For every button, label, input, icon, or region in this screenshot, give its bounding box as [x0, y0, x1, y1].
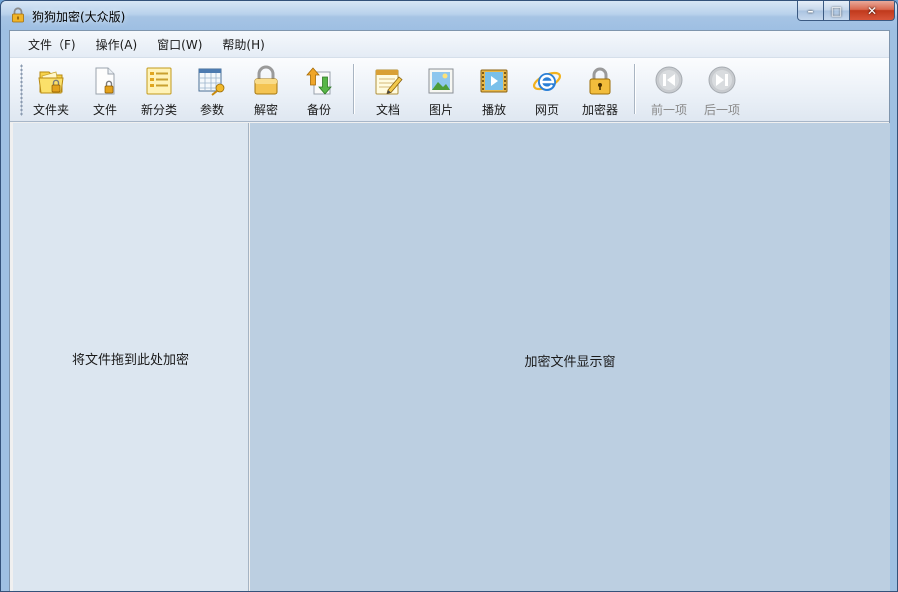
encrypted-files-pane[interactable]: 加密文件显示窗 [250, 123, 890, 591]
minimize-button[interactable]: – [797, 1, 824, 21]
play-button[interactable]: 播放 [468, 58, 520, 118]
title-bar[interactable]: 狗狗加密(大众版) – □ ✕ [1, 1, 897, 30]
folder-label: 文件夹 [32, 103, 69, 117]
menu-bar: 文件（F) 操作(A) 窗口(W) 帮助(H) [10, 31, 889, 58]
new-category-label: 新分类 [140, 103, 177, 117]
play-label: 播放 [481, 103, 506, 117]
client-area: 文件（F) 操作(A) 窗口(W) 帮助(H) 文件夹 文件 新分类 参数 解密… [9, 30, 890, 591]
prev-button[interactable]: 前一项 [643, 58, 695, 118]
document-label: 文档 [375, 103, 400, 117]
next-label: 后一项 [703, 103, 740, 117]
next-button[interactable]: 后一项 [695, 58, 749, 118]
toolbar-separator [353, 64, 354, 114]
toolbar: 文件夹 文件 新分类 参数 解密 备份 文档 图片 播放 网页 加密器 前一项 … [10, 58, 889, 122]
encryptor-button[interactable]: 加密器 [574, 58, 626, 118]
minimize-icon: – [807, 3, 814, 18]
app-window: 狗狗加密(大众版) – □ ✕ 文件（F) 操作(A) 窗口(W) 帮助(H) [0, 0, 898, 592]
encryptor-label: 加密器 [581, 103, 618, 117]
drop-zone-pane[interactable]: 将文件拖到此处加密 [13, 123, 249, 591]
menu-operate[interactable]: 操作(A) [88, 34, 146, 55]
drop-zone-hint: 将文件拖到此处加密 [71, 352, 189, 368]
image-button[interactable]: 图片 [414, 58, 468, 118]
backup-arrows-icon [302, 64, 336, 98]
folder-lock-icon [34, 64, 68, 98]
backup-label: 备份 [306, 103, 331, 117]
webpage-button[interactable]: 网页 [520, 58, 574, 118]
window-title: 狗狗加密(大众版) [32, 10, 126, 24]
toolbar-grip[interactable] [20, 64, 23, 116]
padlock-app-icon [10, 7, 26, 23]
folder-button[interactable]: 文件夹 [25, 58, 77, 118]
close-icon: ✕ [866, 3, 878, 18]
webpage-label: 网页 [534, 103, 559, 117]
menu-file[interactable]: 文件（F) [20, 34, 84, 55]
film-icon [477, 64, 511, 98]
file-lock-icon [88, 64, 122, 98]
maximize-button[interactable]: □ [824, 1, 850, 21]
params-button[interactable]: 参数 [185, 58, 239, 118]
encrypted-files-placeholder: 加密文件显示窗 [524, 354, 616, 370]
menu-help[interactable]: 帮助(H) [214, 34, 272, 55]
unlock-icon [249, 64, 283, 98]
new-category-button[interactable]: 新分类 [133, 58, 185, 118]
file-label: 文件 [92, 103, 117, 117]
close-button[interactable]: ✕ [850, 1, 895, 21]
notepad-icon [371, 64, 405, 98]
caption-buttons: – □ ✕ [797, 1, 895, 21]
ie-icon [530, 64, 564, 98]
document-button[interactable]: 文档 [362, 58, 414, 118]
next-icon [705, 64, 739, 98]
toolbar-separator [634, 64, 635, 114]
image-label: 图片 [428, 103, 453, 117]
menu-window[interactable]: 窗口(W) [149, 34, 210, 55]
picture-icon [424, 64, 458, 98]
prev-label: 前一项 [650, 103, 687, 117]
maximize-icon: □ [830, 3, 843, 18]
params-label: 参数 [199, 103, 224, 117]
decrypt-label: 解密 [253, 103, 278, 117]
backup-button[interactable]: 备份 [293, 58, 345, 118]
list-icon [142, 64, 176, 98]
file-button[interactable]: 文件 [77, 58, 133, 118]
prev-icon [652, 64, 686, 98]
padlock-icon [583, 64, 617, 98]
grid-key-icon [195, 64, 229, 98]
decrypt-button[interactable]: 解密 [239, 58, 293, 118]
